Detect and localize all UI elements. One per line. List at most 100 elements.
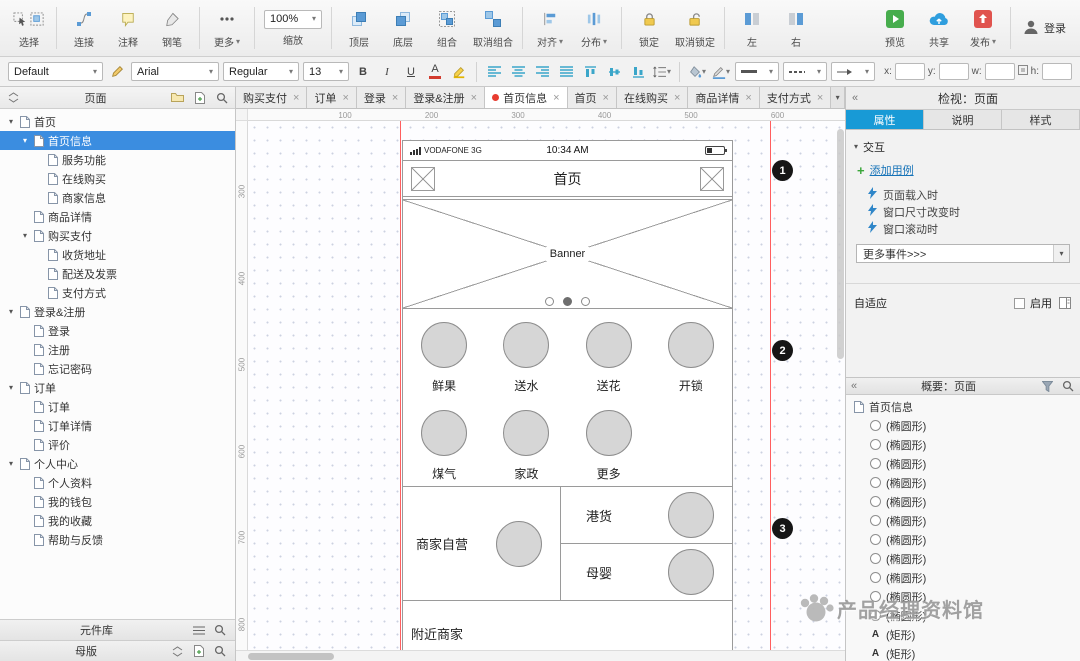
tab-close-icon[interactable]: × [817,92,823,104]
interaction-section-header[interactable]: ▾ 交互 [846,130,1080,161]
tree-item-6[interactable]: ▾ 购买支付 [0,226,235,245]
fill-color-button[interactable]: ▾ [687,62,707,82]
service-item[interactable]: 鲜果 [403,322,485,394]
mother-baby-cell[interactable]: 母婴 [561,543,732,600]
x-input[interactable] [894,63,925,80]
tree-item-1[interactable]: ▾ 首页信息 [0,131,235,150]
tree-item-22[interactable]: 帮助与反馈 [0,530,235,549]
status-bar[interactable]: VODAFONE 3G 10:34 AM [403,141,732,161]
style-preset-dropdown[interactable]: Default ▾ [8,62,103,81]
service-item[interactable]: 煤气 [403,410,485,482]
tool-group-button[interactable]: 组合 [426,2,468,54]
tab-close-icon[interactable]: × [342,92,348,104]
expand-icon[interactable] [170,644,185,659]
tool-ungroup-button[interactable]: 取消组合 [470,2,516,54]
tab-overflow-button[interactable]: ▾ [831,87,845,108]
page-tab-5[interactable]: 首页 × [567,87,617,108]
guide-line-right[interactable] [770,121,771,661]
outline-item-4[interactable]: (椭圆形) [846,492,1080,511]
login-button[interactable]: 登录 [1023,19,1066,38]
widget-library-bar[interactable]: 元件库 [0,619,235,640]
search-icon[interactable] [1060,379,1075,394]
annotation-marker-1[interactable]: 1 [772,160,793,181]
tool-lock-button[interactable]: 锁定 [628,2,670,54]
add-folder-icon[interactable] [170,90,185,105]
vertical-scrollbar[interactable] [837,129,844,359]
service-item[interactable]: 送花 [568,322,650,394]
outline-root[interactable]: 首页信息 [846,397,1080,416]
tool-distribute-button[interactable]: 分布 ▾ [573,2,615,54]
tree-item-17[interactable]: 评价 [0,435,235,454]
tool-right-button[interactable]: 右 [775,2,817,54]
tool-left-button[interactable]: 左 [731,2,773,54]
tool-select-button[interactable]: 选择 [8,2,50,54]
tool-front-button[interactable]: 顶层 [338,2,380,54]
w-input[interactable] [984,63,1015,80]
valign-top-button[interactable] [580,62,600,82]
image-placeholder-right[interactable] [700,166,724,191]
tree-item-13[interactable]: 忘记密码 [0,359,235,378]
enable-checkbox[interactable] [1014,297,1025,309]
tree-item-2[interactable]: 服务功能 [0,150,235,169]
tab-style[interactable]: 样式 [1002,110,1080,129]
tool-unlock-button[interactable]: 取消锁定 [672,2,718,54]
outline-item-12[interactable]: A (矩形) [846,644,1080,661]
carousel-dot[interactable] [545,297,554,306]
tree-item-4[interactable]: 商家信息 [0,188,235,207]
zoom-dropdown[interactable]: 100% ▾ [264,9,322,29]
page-tab-8[interactable]: 支付方式 × [759,87,832,108]
tab-notes[interactable]: 说明 [924,110,1002,129]
border-style-dropdown[interactable]: ▾ [783,62,827,81]
image-placeholder-left[interactable] [411,166,435,191]
underline-button[interactable]: U [401,62,421,82]
annotation-marker-3[interactable]: 3 [772,518,793,539]
tree-item-12[interactable]: 注册 [0,340,235,359]
nav-bar[interactable]: 首页 [403,161,732,197]
collapse-outline-icon[interactable]: « [851,380,857,392]
carousel-dot-active[interactable] [563,297,572,306]
page-tab-4[interactable]: 首页信息 × [485,87,568,108]
font-size-dropdown[interactable]: 13 ▾ [303,62,349,81]
search-icon[interactable] [212,623,227,638]
search-icon[interactable] [212,644,227,659]
outline-item-0[interactable]: (椭圆形) [846,416,1080,435]
tree-item-14[interactable]: ▾ 订单 [0,378,235,397]
page-tab-1[interactable]: 订单 × [307,87,357,108]
event-row-0[interactable]: 页面载入时 [846,186,1080,203]
tree-item-15[interactable]: 订单 [0,397,235,416]
line-spacing-button[interactable]: ▾ [652,62,672,82]
arrow-style-dropdown[interactable]: ▾ [831,62,875,81]
tab-close-icon[interactable]: × [603,92,609,104]
merchant-self-cell[interactable]: 商家自营 [403,487,561,600]
tool-connect-button[interactable]: 连接 [63,2,105,54]
tool-more-button[interactable]: 更多 ▾ [206,2,248,54]
banner-placeholder[interactable]: Banner [402,199,733,309]
search-icon[interactable] [214,90,229,105]
page-tab-3[interactable]: 登录&注册 × [406,87,486,108]
tree-item-21[interactable]: 我的收藏 [0,511,235,530]
text-color-button[interactable]: A [425,62,445,82]
masters-bar[interactable]: 母版 [0,640,235,661]
service-item[interactable]: 家政 [485,410,567,482]
menu-icon[interactable] [191,623,206,638]
horizontal-scrollbar[interactable] [236,650,845,661]
add-page-icon[interactable] [191,644,206,659]
add-case-row[interactable]: + 添加用例 [846,161,1080,186]
tree-item-10[interactable]: ▾ 登录&注册 [0,302,235,321]
outline-item-2[interactable]: (椭圆形) [846,454,1080,473]
page-tab-7[interactable]: 商品详情 × [688,87,760,108]
service-item[interactable]: 送水 [485,322,567,394]
event-row-2[interactable]: 窗口滚动时 [846,220,1080,237]
outline-item-6[interactable]: (椭圆形) [846,530,1080,549]
tab-properties[interactable]: 属性 [846,110,924,129]
tree-item-19[interactable]: 个人资料 [0,473,235,492]
border-color-button[interactable]: ▾ [711,62,731,82]
lock-ratio-icon[interactable] [1017,65,1028,78]
scrollbar-thumb[interactable] [248,653,334,660]
filter-icon[interactable] [1040,379,1055,394]
more-events-dropdown[interactable]: 更多事件>>> ▾ [856,244,1070,263]
outline-item-3[interactable]: (椭圆形) [846,473,1080,492]
outline-item-7[interactable]: (椭圆形) [846,549,1080,568]
border-width-dropdown[interactable]: ▾ [735,62,779,81]
zoom-control[interactable]: 100% ▾ 缩放 [261,2,325,54]
